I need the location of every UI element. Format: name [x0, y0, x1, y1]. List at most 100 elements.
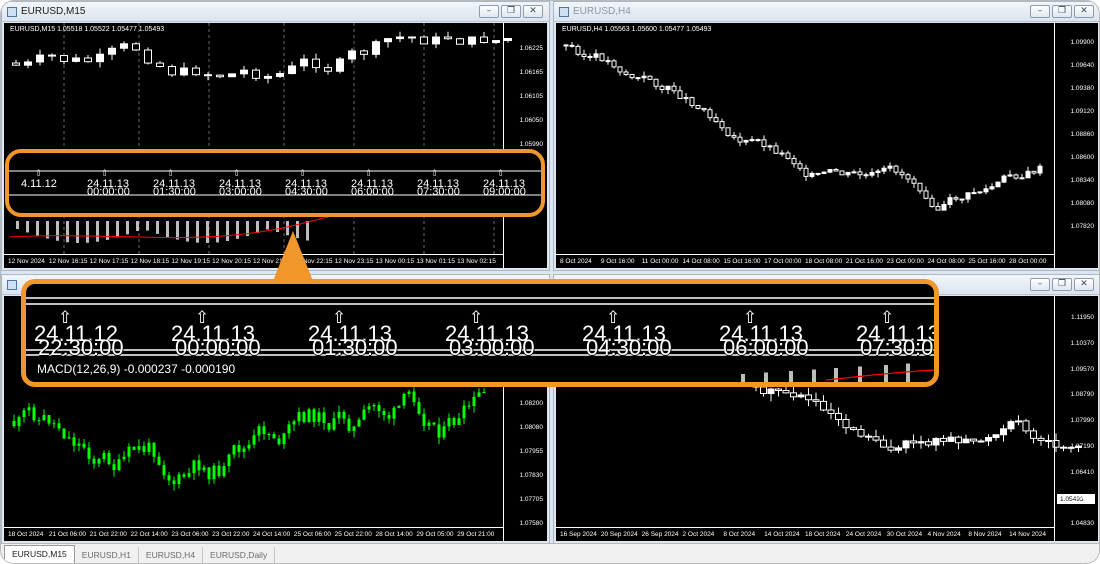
restore-button[interactable]: ❐	[501, 5, 521, 18]
candle-body	[983, 188, 989, 193]
time-axis-h1[interactable]: 18 Oct 2024 21 Oct 06:00 21 Oct 22:00 22 Oc…	[4, 527, 503, 541]
candle-body	[929, 197, 935, 208]
candle-body	[935, 206, 941, 211]
candle-body	[1000, 428, 1007, 436]
tab-eurusd-h1[interactable]: EURUSD,H1	[75, 547, 139, 563]
candle-body	[287, 424, 291, 434]
titlebar-m15[interactable]: EURUSD,M15 – ❐ ✕	[2, 2, 549, 22]
chart-window-icon	[7, 7, 17, 17]
time-tick-label: 21 Oct 06:00	[48, 531, 87, 538]
candle-body	[940, 437, 947, 442]
price-tick-label: 1.06105	[519, 93, 544, 100]
close-button[interactable]: ✕	[1074, 5, 1094, 18]
candle-body	[932, 437, 940, 446]
time-tick-label: 30 Oct 2024	[886, 531, 923, 538]
small-time-label: 03:00:00	[219, 186, 262, 198]
candle-body	[52, 423, 56, 425]
time-tick-label: 14 Oct 2024	[764, 531, 800, 538]
candle-body	[216, 74, 224, 78]
candle-body	[989, 186, 995, 190]
candle-body	[835, 412, 842, 420]
candle-body	[357, 419, 361, 427]
candle-body	[72, 57, 80, 62]
zoom-time-label: 22:30:00	[38, 335, 124, 360]
candle-body	[775, 388, 782, 391]
macd-histogram-bar	[266, 221, 269, 230]
close-button[interactable]: ✕	[523, 5, 543, 18]
time-tick-label: 13 Nov 02:15	[457, 258, 496, 265]
candle-body	[719, 121, 725, 129]
candle-body	[264, 75, 272, 79]
price-tick-label: 1.08080	[519, 424, 544, 431]
candle-body	[1007, 421, 1015, 430]
time-axis-daily[interactable]: 16 Sep 2024 20 Sep 2024 26 Sep 2024 2 Oct 2…	[556, 527, 1054, 541]
candle-body	[452, 418, 456, 425]
candle-body	[292, 421, 296, 425]
candle-body	[247, 444, 251, 449]
candle-body	[827, 409, 835, 414]
candle-body	[492, 40, 500, 43]
price-tick-label: 1.07955	[519, 448, 544, 455]
small-time-label: 01:30:00	[153, 186, 196, 198]
candle-body	[332, 418, 336, 430]
time-tick-label: 14 Nov 2024	[1009, 531, 1047, 538]
candle-body	[312, 58, 320, 69]
tab-eurusd-m15[interactable]: EURUSD,M15	[4, 545, 75, 563]
time-axis-m15[interactable]: 12 Nov 2024 12 Nov 16:15 12 Nov 17:15 12 No…	[4, 254, 503, 268]
candle-body	[782, 389, 790, 394]
candle-body	[647, 75, 653, 80]
time-tick-label: 17 Oct 00:00	[764, 258, 802, 265]
restore-button[interactable]: ❐	[1052, 5, 1072, 18]
candle-body	[372, 41, 380, 55]
candle-body	[120, 43, 128, 49]
minimize-button[interactable]: –	[1030, 278, 1050, 291]
time-tick-label: 18 Oct 2024	[805, 531, 841, 538]
time-tick-label: 9 Oct 16:00	[600, 258, 635, 265]
tab-eurusd-daily[interactable]: EURUSD,Daily	[203, 547, 276, 563]
candle-body	[427, 422, 431, 426]
candle-body	[653, 78, 659, 87]
candle-body	[202, 467, 206, 471]
candle-body	[32, 407, 36, 421]
candle-body	[635, 77, 641, 80]
candle-body	[827, 169, 833, 173]
candle-body	[87, 447, 91, 459]
candle-body	[317, 412, 321, 422]
restore-button[interactable]: ❐	[1052, 278, 1072, 291]
candle-body	[108, 47, 116, 55]
close-button[interactable]: ✕	[1074, 278, 1094, 291]
price-scale-daily[interactable]: 1.11950 1.10370 1.09570 1.08790 1.07990 1.071…	[1054, 296, 1098, 541]
minimize-button[interactable]: –	[1030, 5, 1050, 18]
price-scale-m15[interactable]: 1.06225 1.06165 1.06105 1.06050 1.05990	[503, 23, 547, 268]
candle-body	[402, 393, 406, 406]
time-tick-label: 20 Sep 2024	[600, 531, 638, 538]
price-scale-h4[interactable]: 1.09900 1.09640 1.09380 1.09120 1.08860 1.086…	[1054, 23, 1098, 268]
candle-body	[322, 412, 326, 424]
price-tick-label: 1.07820	[1070, 223, 1095, 230]
chart-window-h4[interactable]: EURUSD,H4 – ❐ ✕ EURUSD,H4 1.05563 1.0560…	[553, 1, 1099, 271]
price-tick-label: 1.09640	[1070, 62, 1095, 69]
candle-body	[923, 190, 929, 199]
candle-body	[971, 192, 977, 195]
candle-body	[839, 170, 845, 176]
chart-tab-bar: EURUSD,M15 EURUSD,H1 EURUSD,H4 EURUSD,Da…	[1, 543, 1099, 563]
candle-body	[1013, 174, 1019, 179]
minimize-button[interactable]: –	[479, 5, 499, 18]
candle-body	[262, 426, 266, 435]
candle-body	[144, 49, 152, 64]
price-tick-label: 1.09570	[1070, 365, 1095, 373]
macd-histogram-bar	[226, 221, 229, 242]
candle-body	[731, 135, 737, 138]
macd-histogram-bar	[76, 221, 79, 243]
titlebar-h4[interactable]: EURUSD,H4 – ❐ ✕	[554, 2, 1099, 22]
candle-body	[337, 411, 341, 419]
tab-eurusd-h4[interactable]: EURUSD,H4	[139, 547, 204, 563]
candle-body	[204, 74, 212, 77]
macd-histogram-bar	[166, 221, 169, 238]
time-axis-h4[interactable]: 8 Oct 2024 9 Oct 16:00 11 Oct 00:00 14 Oct …	[556, 254, 1054, 268]
candle-body	[82, 443, 86, 448]
candle-body	[107, 452, 111, 465]
candle-body	[324, 67, 332, 72]
chart-area-h4[interactable]: EURUSD,H4 1.05563 1.05600 1.05477 1.0549…	[556, 23, 1098, 268]
time-tick-label: 12 Nov 20:15	[212, 258, 251, 265]
